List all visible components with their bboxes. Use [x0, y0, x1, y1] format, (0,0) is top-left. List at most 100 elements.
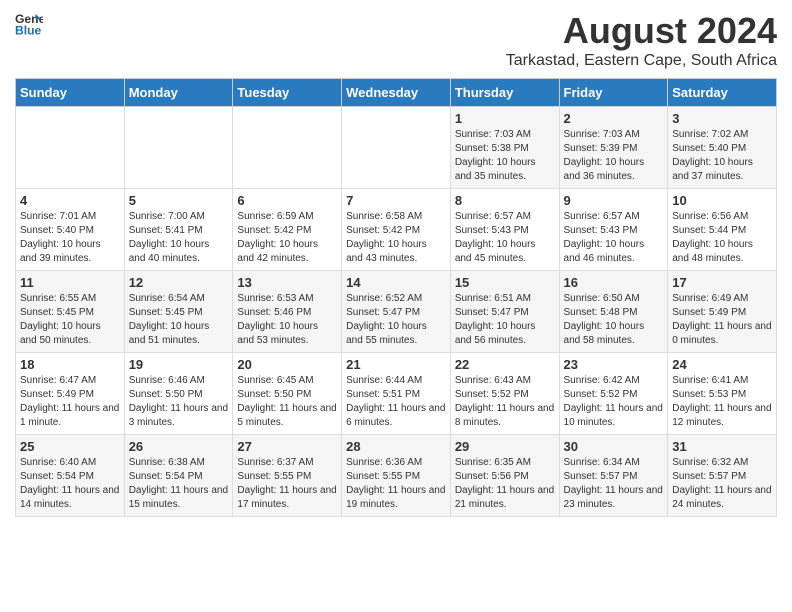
day-number: 2 — [564, 111, 664, 126]
header: General Blue August 2024 Tarkastad, East… — [15, 10, 777, 70]
day-info: Sunrise: 6:56 AMSunset: 5:44 PMDaylight:… — [672, 210, 772, 266]
calendar-cell: 2 Sunrise: 7:03 AMSunset: 5:39 PMDaylight… — [559, 107, 668, 189]
calendar-cell: 16 Sunrise: 6:50 AMSunset: 5:48 PMDayligh… — [559, 271, 668, 353]
calendar-cell: 11 Sunrise: 6:55 AMSunset: 5:45 PMDayligh… — [16, 271, 125, 353]
calendar-cell: 5 Sunrise: 7:00 AMSunset: 5:41 PMDaylight… — [124, 189, 233, 271]
calendar-cell: 6 Sunrise: 6:59 AMSunset: 5:42 PMDaylight… — [233, 189, 342, 271]
day-number: 14 — [346, 275, 446, 290]
calendar-cell: 8 Sunrise: 6:57 AMSunset: 5:43 PMDaylight… — [450, 189, 559, 271]
day-number: 21 — [346, 357, 446, 372]
calendar-cell: 30 Sunrise: 6:34 AMSunset: 5:57 PMDayligh… — [559, 435, 668, 517]
day-number: 26 — [129, 439, 229, 454]
day-info: Sunrise: 6:49 AMSunset: 5:49 PMDaylight:… — [672, 292, 772, 348]
calendar-cell: 18Sunrise: 6:47 AMSunset: 5:49 PMDayligh… — [16, 353, 125, 435]
calendar-cell — [124, 107, 233, 189]
calendar-cell: 31Sunrise: 6:32 AMSunset: 5:57 PMDayligh… — [668, 435, 777, 517]
day-info: Sunrise: 6:54 AMSunset: 5:45 PMDaylight:… — [129, 292, 229, 348]
calendar-week-row: 1 Sunrise: 7:03 AMSunset: 5:38 PMDaylight… — [16, 107, 777, 189]
day-info: Sunrise: 6:32 AMSunset: 5:57 PMDaylight:… — [672, 456, 772, 512]
day-number: 16 — [564, 275, 664, 290]
day-info: Sunrise: 7:00 AMSunset: 5:41 PMDaylight:… — [129, 210, 229, 266]
day-number: 19 — [129, 357, 229, 372]
calendar-cell: 20Sunrise: 6:45 AMSunset: 5:50 PMDayligh… — [233, 353, 342, 435]
header-friday: Friday — [559, 79, 668, 107]
day-info: Sunrise: 6:57 AMSunset: 5:43 PMDaylight:… — [455, 210, 555, 266]
day-info: Sunrise: 7:01 AMSunset: 5:40 PMDaylight:… — [20, 210, 120, 266]
day-info: Sunrise: 6:55 AMSunset: 5:45 PMDaylight:… — [20, 292, 120, 348]
calendar-cell: 10 Sunrise: 6:56 AMSunset: 5:44 PMDayligh… — [668, 189, 777, 271]
svg-text:Blue: Blue — [15, 23, 42, 37]
day-number: 15 — [455, 275, 555, 290]
day-number: 28 — [346, 439, 446, 454]
day-number: 18 — [20, 357, 120, 372]
day-number: 20 — [237, 357, 337, 372]
day-info: Sunrise: 6:41 AMSunset: 5:53 PMDaylight:… — [672, 374, 772, 430]
calendar-cell: 15 Sunrise: 6:51 AMSunset: 5:47 PMDayligh… — [450, 271, 559, 353]
calendar-cell: 24 Sunrise: 6:41 AMSunset: 5:53 PMDayligh… — [668, 353, 777, 435]
day-info: Sunrise: 6:38 AMSunset: 5:54 PMDaylight:… — [129, 456, 229, 512]
calendar-cell: 27 Sunrise: 6:37 AMSunset: 5:55 PMDayligh… — [233, 435, 342, 517]
title-area: August 2024 Tarkastad, Eastern Cape, Sou… — [506, 10, 777, 70]
header-wednesday: Wednesday — [342, 79, 451, 107]
day-number: 6 — [237, 193, 337, 208]
day-number: 23 — [564, 357, 664, 372]
day-number: 10 — [672, 193, 772, 208]
calendar-cell: 9Sunrise: 6:57 AMSunset: 5:43 PMDaylight… — [559, 189, 668, 271]
day-info: Sunrise: 6:51 AMSunset: 5:47 PMDaylight:… — [455, 292, 555, 348]
header-thursday: Thursday — [450, 79, 559, 107]
weekday-header-row: Sunday Monday Tuesday Wednesday Thursday… — [16, 79, 777, 107]
day-info: Sunrise: 6:40 AMSunset: 5:54 PMDaylight:… — [20, 456, 120, 512]
day-info: Sunrise: 7:03 AMSunset: 5:38 PMDaylight:… — [455, 128, 555, 184]
header-tuesday: Tuesday — [233, 79, 342, 107]
day-info: Sunrise: 6:59 AMSunset: 5:42 PMDaylight:… — [237, 210, 337, 266]
day-info: Sunrise: 6:43 AMSunset: 5:52 PMDaylight:… — [455, 374, 555, 430]
calendar-week-row: 11 Sunrise: 6:55 AMSunset: 5:45 PMDayligh… — [16, 271, 777, 353]
logo-icon: General Blue — [15, 10, 43, 38]
day-number: 11 — [20, 275, 120, 290]
day-number: 25 — [20, 439, 120, 454]
day-info: Sunrise: 7:02 AMSunset: 5:40 PMDaylight:… — [672, 128, 772, 184]
day-info: Sunrise: 6:53 AMSunset: 5:46 PMDaylight:… — [237, 292, 337, 348]
calendar-cell: 1 Sunrise: 7:03 AMSunset: 5:38 PMDaylight… — [450, 107, 559, 189]
calendar-cell: 13Sunrise: 6:53 AMSunset: 5:46 PMDayligh… — [233, 271, 342, 353]
day-info: Sunrise: 6:50 AMSunset: 5:48 PMDaylight:… — [564, 292, 664, 348]
header-saturday: Saturday — [668, 79, 777, 107]
calendar-week-row: 4 Sunrise: 7:01 AMSunset: 5:40 PMDaylight… — [16, 189, 777, 271]
day-info: Sunrise: 6:58 AMSunset: 5:42 PMDaylight:… — [346, 210, 446, 266]
day-info: Sunrise: 7:03 AMSunset: 5:39 PMDaylight:… — [564, 128, 664, 184]
day-info: Sunrise: 6:36 AMSunset: 5:55 PMDaylight:… — [346, 456, 446, 512]
calendar-week-row: 25 Sunrise: 6:40 AMSunset: 5:54 PMDayligh… — [16, 435, 777, 517]
day-info: Sunrise: 6:37 AMSunset: 5:55 PMDaylight:… — [237, 456, 337, 512]
calendar-cell: 28 Sunrise: 6:36 AMSunset: 5:55 PMDayligh… — [342, 435, 451, 517]
day-number: 12 — [129, 275, 229, 290]
day-number: 5 — [129, 193, 229, 208]
day-info: Sunrise: 6:46 AMSunset: 5:50 PMDaylight:… — [129, 374, 229, 430]
calendar-title: August 2024 — [506, 10, 777, 52]
day-number: 8 — [455, 193, 555, 208]
calendar-cell — [342, 107, 451, 189]
day-number: 22 — [455, 357, 555, 372]
day-info: Sunrise: 6:34 AMSunset: 5:57 PMDaylight:… — [564, 456, 664, 512]
calendar-cell — [233, 107, 342, 189]
day-info: Sunrise: 6:42 AMSunset: 5:52 PMDaylight:… — [564, 374, 664, 430]
day-number: 17 — [672, 275, 772, 290]
calendar-cell: 14Sunrise: 6:52 AMSunset: 5:47 PMDayligh… — [342, 271, 451, 353]
calendar-cell: 12 Sunrise: 6:54 AMSunset: 5:45 PMDayligh… — [124, 271, 233, 353]
day-number: 27 — [237, 439, 337, 454]
day-number: 1 — [455, 111, 555, 126]
calendar-cell — [16, 107, 125, 189]
calendar-cell: 22 Sunrise: 6:43 AMSunset: 5:52 PMDayligh… — [450, 353, 559, 435]
calendar-cell: 7 Sunrise: 6:58 AMSunset: 5:42 PMDaylight… — [342, 189, 451, 271]
day-number: 30 — [564, 439, 664, 454]
day-number: 7 — [346, 193, 446, 208]
calendar-cell: 17 Sunrise: 6:49 AMSunset: 5:49 PMDayligh… — [668, 271, 777, 353]
day-number: 4 — [20, 193, 120, 208]
calendar-cell: 3Sunrise: 7:02 AMSunset: 5:40 PMDaylight… — [668, 107, 777, 189]
calendar-subtitle: Tarkastad, Eastern Cape, South Africa — [506, 52, 777, 70]
day-info: Sunrise: 6:44 AMSunset: 5:51 PMDaylight:… — [346, 374, 446, 430]
day-number: 24 — [672, 357, 772, 372]
calendar-week-row: 18Sunrise: 6:47 AMSunset: 5:49 PMDayligh… — [16, 353, 777, 435]
header-monday: Monday — [124, 79, 233, 107]
calendar-cell: 19 Sunrise: 6:46 AMSunset: 5:50 PMDayligh… — [124, 353, 233, 435]
day-info: Sunrise: 6:35 AMSunset: 5:56 PMDaylight:… — [455, 456, 555, 512]
